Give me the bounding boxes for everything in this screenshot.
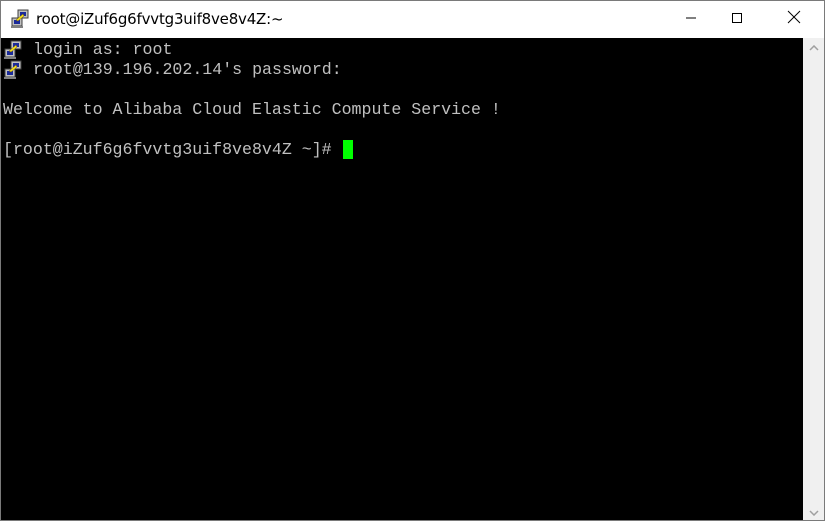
terminal-line: Welcome to Alibaba Cloud Elastic Compute…: [3, 100, 501, 119]
maximize-button[interactable]: [714, 1, 760, 38]
chevron-down-icon: [808, 503, 819, 521]
terminal-area[interactable]: login as: root root@139.196.202.14's pas…: [1, 38, 803, 520]
chevron-up-icon: [808, 38, 819, 56]
minimize-icon: [685, 11, 697, 29]
close-button[interactable]: [771, 1, 817, 38]
terminal-cursor: [343, 140, 353, 159]
window-title: root@iZuf6g6fvvtg3uif8ve8v4Z:~: [36, 10, 284, 28]
close-icon: [787, 10, 801, 29]
terminal-line: root@139.196.202.14's password:: [33, 60, 342, 79]
putty-icon[interactable]: [10, 9, 30, 29]
minimize-button[interactable]: [668, 1, 714, 38]
maximize-icon: [731, 11, 743, 29]
scroll-up-button[interactable]: [803, 38, 824, 55]
terminal-line: login as: root: [33, 40, 173, 59]
vertical-scrollbar[interactable]: [803, 38, 824, 520]
putty-icon: [3, 60, 23, 80]
putty-icon: [3, 40, 23, 60]
scroll-down-button[interactable]: [803, 503, 824, 520]
terminal-prompt: [root@iZuf6g6fvvtg3uif8ve8v4Z ~]#: [3, 140, 342, 159]
putty-window: root@iZuf6g6fvvtg3uif8ve8v4Z:~ login as:…: [0, 0, 825, 521]
title-bar[interactable]: root@iZuf6g6fvvtg3uif8ve8v4Z:~: [1, 1, 824, 38]
